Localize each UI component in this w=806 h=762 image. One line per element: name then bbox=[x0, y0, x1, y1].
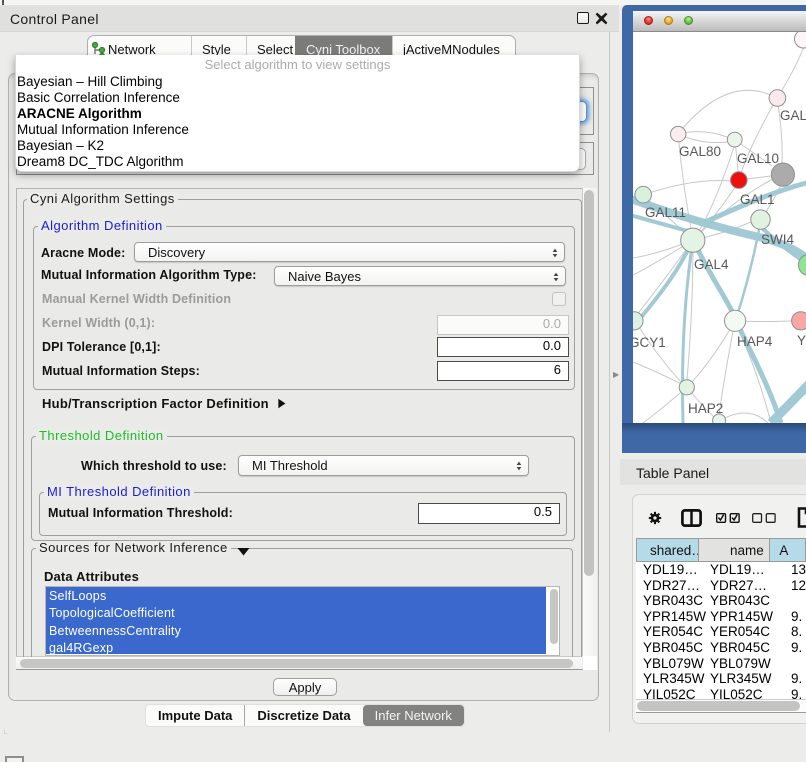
svg-text:GAL11: GAL11 bbox=[645, 205, 686, 220]
svg-text:HAP2: HAP2 bbox=[688, 401, 723, 416]
svg-text:GCY1: GCY1 bbox=[633, 335, 666, 350]
svg-text:YJ: YJ bbox=[797, 333, 806, 348]
svg-text:GAL2: GAL2 bbox=[780, 108, 806, 123]
svg-text:GAL4: GAL4 bbox=[694, 257, 729, 272]
svg-text:HAP4: HAP4 bbox=[737, 334, 773, 349]
svg-text:GAL10: GAL10 bbox=[737, 151, 779, 166]
svg-text:GAL1: GAL1 bbox=[740, 192, 775, 207]
svg-text:SWI4: SWI4 bbox=[761, 232, 794, 247]
svg-text:GAL80: GAL80 bbox=[679, 144, 721, 159]
